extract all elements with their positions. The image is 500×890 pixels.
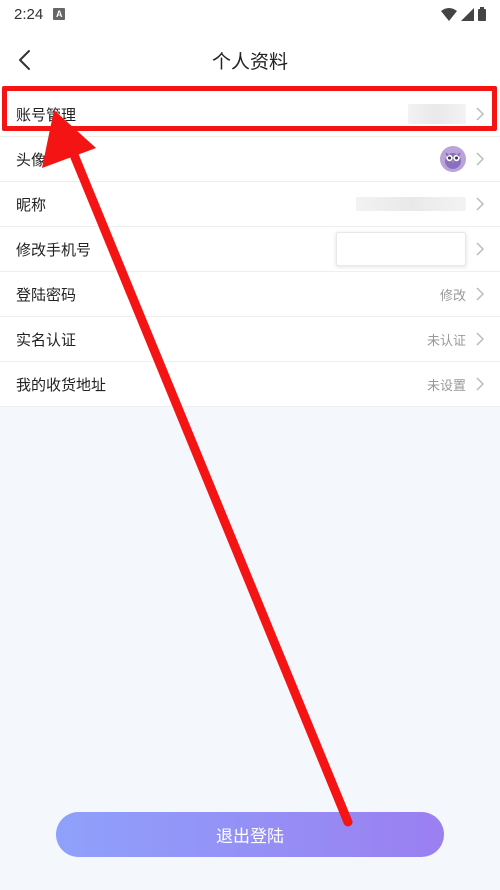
row-login-password[interactable]: 登陆密码 修改: [0, 272, 500, 317]
chevron-right-icon: [476, 332, 484, 346]
redacted-value: [356, 197, 466, 211]
chevron-right-icon: [476, 107, 484, 121]
row-right: 未设置: [427, 375, 484, 394]
owl-avatar: [440, 146, 466, 172]
row-right: 修改: [440, 285, 484, 304]
row-right: [440, 146, 484, 172]
screen: 2:24 A 个人资料 账号管理 头像 昵称 修改手机号 登陆密码 修改 实名认…: [0, 0, 500, 890]
row-right: [336, 232, 484, 266]
chevron-right-icon: [476, 377, 484, 391]
row-label: 账号管理: [16, 105, 77, 124]
profile-list: 账号管理 头像 昵称 修改手机号 登陆密码 修改 实名认证 未认证 我的收货地址…: [0, 92, 500, 407]
row-right: 未认证: [427, 330, 484, 349]
notification-badge: A: [53, 8, 66, 20]
row-account-management[interactable]: 账号管理: [0, 92, 500, 137]
wifi-icon: [441, 7, 457, 21]
row-value: 修改: [439, 288, 466, 304]
logout-label: 退出登陆: [216, 827, 284, 847]
chevron-right-icon: [476, 152, 484, 166]
chevron-right-icon: [476, 287, 484, 301]
row-change-phone[interactable]: 修改手机号: [0, 227, 500, 272]
battery-icon: [478, 7, 486, 21]
page-title: 个人资料: [211, 50, 288, 73]
row-label: 登陆密码: [16, 285, 77, 304]
row-label: 昵称: [16, 195, 47, 214]
owl-icon: [445, 152, 461, 169]
header: 个人资料: [0, 28, 500, 92]
row-shipping-address[interactable]: 我的收货地址 未设置: [0, 362, 500, 407]
row-avatar[interactable]: 头像: [0, 137, 500, 182]
row-real-name-verification[interactable]: 实名认证 未认证: [0, 317, 500, 362]
status-time: 2:24: [14, 5, 44, 23]
logout-button[interactable]: 退出登陆: [56, 812, 444, 857]
row-value: 未设置: [426, 378, 466, 394]
row-right: [408, 104, 484, 124]
row-label: 头像: [16, 150, 47, 169]
status-icons: [441, 7, 486, 21]
redacted-value: [408, 104, 466, 124]
chevron-right-icon: [476, 197, 484, 211]
chevron-right-icon: [476, 242, 484, 256]
row-nickname[interactable]: 昵称: [0, 182, 500, 227]
back-button[interactable]: [10, 46, 38, 74]
row-label: 我的收货地址: [16, 375, 107, 394]
chevron-left-icon: [19, 50, 30, 70]
row-value: 未认证: [426, 333, 466, 349]
row-right: [356, 197, 484, 211]
redacted-value: [336, 232, 466, 266]
row-label: 实名认证: [16, 330, 77, 349]
row-label: 修改手机号: [16, 240, 92, 259]
status-bar: 2:24 A: [0, 0, 500, 28]
signal-icon: [461, 7, 474, 21]
